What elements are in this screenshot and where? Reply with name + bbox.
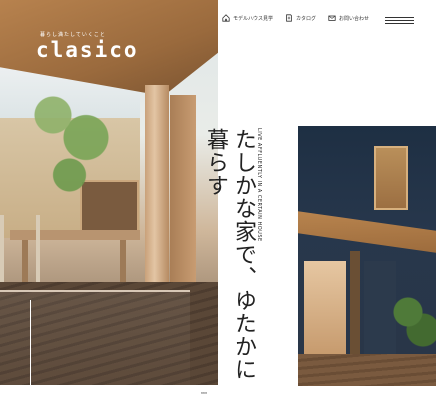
wooden-pillar <box>350 251 360 361</box>
menu-bar <box>385 17 414 18</box>
hero-photo-exterior <box>298 126 436 386</box>
tree <box>388 276 436 366</box>
menu-bar <box>385 23 414 24</box>
mail-icon <box>328 15 336 21</box>
terrace-chair <box>0 215 40 285</box>
wooden-post <box>170 95 196 305</box>
hamburger-menu-icon[interactable] <box>385 17 414 24</box>
roof-eave <box>298 211 436 253</box>
nav-label: モデルハウス見学 <box>233 15 274 22</box>
table-leg <box>120 240 126 285</box>
upper-window <box>374 146 408 210</box>
tree <box>20 70 130 220</box>
nav-item-model-house[interactable]: モデルハウス見学 <box>222 14 273 22</box>
menu-bar <box>385 20 414 21</box>
home-icon <box>222 14 230 22</box>
site-logo[interactable]: clasico <box>36 38 139 62</box>
top-nav: モデルハウス見学 カタログ お問い合わせ <box>222 14 369 22</box>
glass-railing <box>0 290 190 385</box>
nav-item-contact[interactable]: お問い合わせ <box>328 14 369 22</box>
footer-small-text: BBB <box>201 391 208 395</box>
lit-room <box>304 261 346 356</box>
nav-item-catalog[interactable]: カタログ <box>285 14 316 22</box>
wooden-floor <box>298 354 436 386</box>
scroll-indicator-line <box>30 300 31 385</box>
headline-japanese: たしかな家で、ゆたかに暮らす <box>203 128 256 381</box>
headline-english: LIVE AFFLUENTLY IN A CERTAIN HOUSE <box>256 128 262 242</box>
wooden-post <box>145 85 169 310</box>
nav-label: お問い合わせ <box>339 15 370 22</box>
logo-tagline: 暮らし満たしていくこと <box>40 32 106 38</box>
document-icon <box>286 14 292 22</box>
nav-label: カタログ <box>296 15 317 22</box>
